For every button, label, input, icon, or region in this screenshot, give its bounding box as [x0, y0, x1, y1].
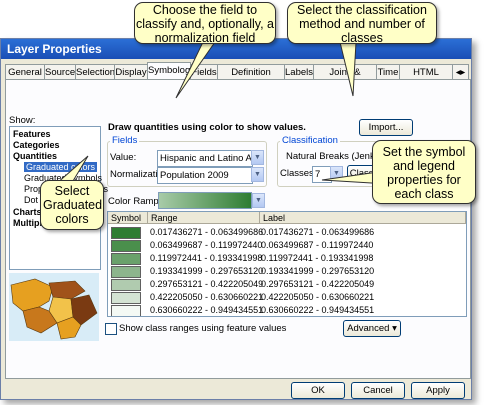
callout-classification: Select the classification method and num… [287, 2, 437, 45]
callout-field: Choose the field to classify and, option… [134, 2, 276, 45]
callout-graduated: Select Graduated colors [40, 180, 104, 230]
callout-symbol: Set the symbol and legend properties for… [372, 140, 476, 204]
